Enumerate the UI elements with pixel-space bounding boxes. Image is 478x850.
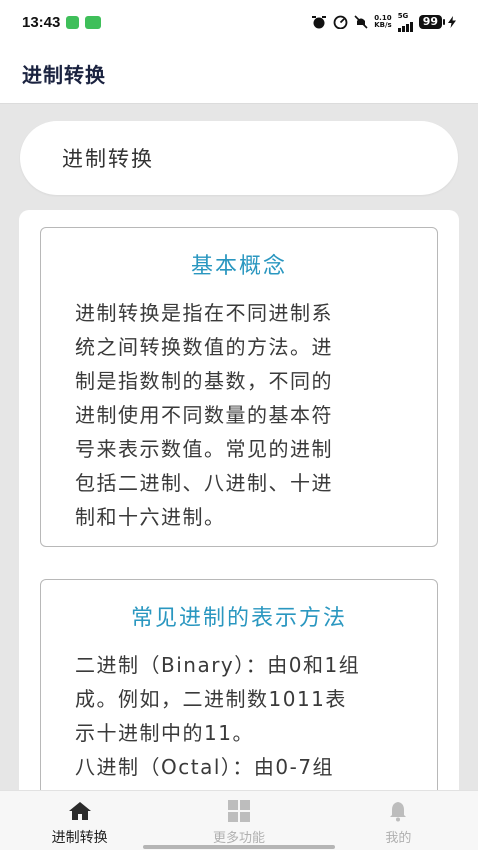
mute-icon bbox=[354, 15, 368, 29]
bottom-nav: 进制转换 更多功能 我的 bbox=[0, 790, 478, 850]
status-bar: 13:43 0.10 KB/s 5G 99 bbox=[0, 0, 478, 44]
wechat-notification-icon bbox=[66, 15, 80, 29]
battery-icon: 99 bbox=[418, 15, 446, 29]
section-basic-concept: 基本概念 进制转换是指在不同进制系 统之间转换数值的方法。进 制是指数制的基数，… bbox=[40, 227, 438, 547]
signal-icon bbox=[397, 20, 413, 32]
speedometer-icon bbox=[333, 15, 348, 29]
content-card[interactable]: 基本概念 进制转换是指在不同进制系 统之间转换数值的方法。进 制是指数制的基数，… bbox=[19, 210, 459, 850]
bell-icon bbox=[385, 799, 411, 823]
converter-entry-label: 进制转换 bbox=[62, 147, 154, 171]
home-icon bbox=[67, 799, 93, 823]
nav-item-more[interactable]: 更多功能 bbox=[159, 791, 318, 850]
nav-item-mine[interactable]: 我的 bbox=[319, 791, 478, 850]
grid-icon bbox=[226, 799, 252, 823]
nav-item-converter[interactable]: 进制转换 bbox=[0, 791, 159, 850]
section-body: 进制转换是指在不同进制系 统之间转换数值的方法。进 制是指数制的基数，不同的 进… bbox=[75, 301, 333, 529]
nav-label: 我的 bbox=[385, 831, 412, 846]
home-indicator[interactable] bbox=[143, 845, 335, 849]
app-notification-icon bbox=[85, 15, 102, 29]
network-type: 5G bbox=[397, 11, 409, 20]
nav-label: 更多功能 bbox=[212, 831, 265, 846]
section-title: 基本概念 bbox=[190, 254, 287, 279]
page-title: 进制转换 bbox=[22, 63, 106, 87]
alarm-icon bbox=[312, 16, 327, 29]
status-time: 13:43 bbox=[22, 13, 61, 31]
status-left: 13:43 bbox=[22, 13, 102, 31]
section-title: 常见进制的表示方法 bbox=[130, 606, 347, 631]
nav-label: 进制转换 bbox=[51, 830, 108, 846]
charging-icon bbox=[448, 16, 456, 28]
signal-group: 5G bbox=[397, 11, 413, 32]
app-bar: 进制转换 bbox=[0, 44, 478, 104]
status-right: 0.10 KB/s 5G 99 bbox=[311, 11, 456, 32]
network-speed: 0.10 KB/s bbox=[374, 14, 392, 29]
converter-entry-button[interactable]: 进制转换 bbox=[20, 121, 458, 195]
